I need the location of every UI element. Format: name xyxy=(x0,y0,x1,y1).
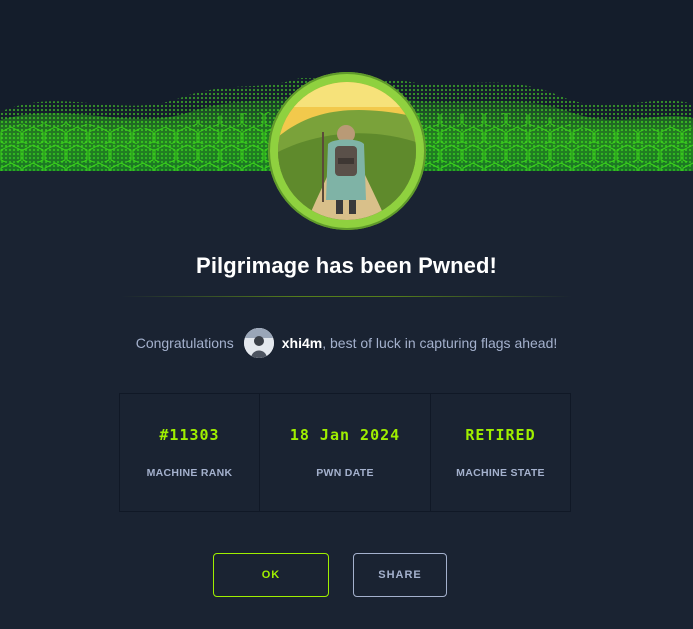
congrats-prefix: Congratulations xyxy=(135,335,234,351)
machine-avatar xyxy=(268,72,426,230)
user-avatar xyxy=(243,328,274,358)
congratulations-message: Congratulations xhi4m , best of luck in … xyxy=(0,328,693,358)
machine-rank-value: #11303 xyxy=(159,426,220,444)
machine-state-label: MACHINE STATE xyxy=(456,467,545,479)
title-divider xyxy=(121,296,572,297)
congrats-suffix: , best of luck in capturing flags ahead! xyxy=(322,335,558,351)
stat-machine-rank: #11303 MACHINE RANK xyxy=(120,394,259,511)
machine-state-value: RETIRED xyxy=(465,426,536,444)
ok-button[interactable]: OK xyxy=(213,553,329,597)
share-button[interactable]: SHARE xyxy=(353,553,447,597)
pilgrim-illustration xyxy=(278,82,416,220)
page-title: Pilgrimage has been Pwned! xyxy=(196,253,497,278)
username[interactable]: xhi4m xyxy=(282,335,322,351)
pwn-date-label: PWN DATE xyxy=(316,467,374,479)
stat-pwn-date: 18 Jan 2024 PWN DATE xyxy=(259,394,430,511)
pwn-date-value: 18 Jan 2024 xyxy=(289,426,401,444)
stat-machine-state: RETIRED MACHINE STATE xyxy=(430,394,570,511)
machine-rank-label: MACHINE RANK xyxy=(146,467,233,479)
stats-panel: #11303 MACHINE RANK 18 Jan 2024 PWN DATE… xyxy=(119,393,571,512)
